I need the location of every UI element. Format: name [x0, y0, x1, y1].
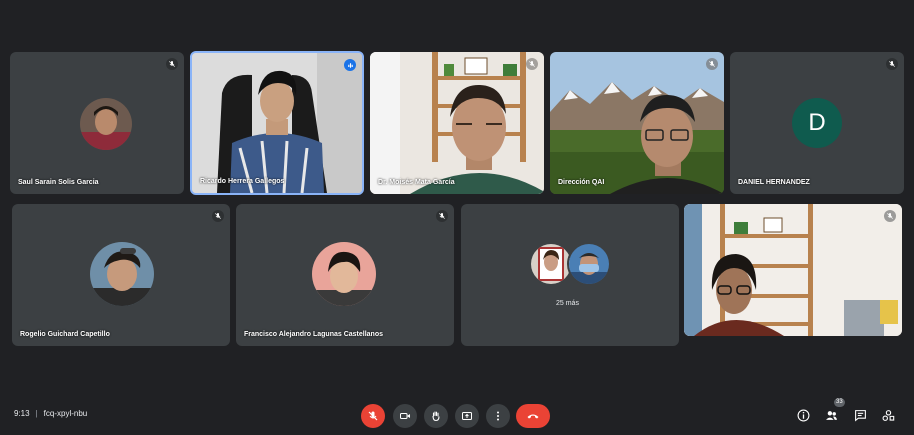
- separator: |: [35, 409, 38, 418]
- participant-tile[interactable]: Rogelio Guichard Capetillo: [12, 204, 230, 346]
- participant-count-badge: 33: [834, 398, 845, 407]
- chat-icon: [854, 409, 866, 422]
- mic-off-icon: [368, 411, 378, 421]
- more-participants-label: 25 más: [556, 300, 579, 307]
- meeting-info: 9:13 | fcq-xpyl-nbu: [14, 409, 87, 418]
- microphone-toggle-button[interactable]: [361, 404, 385, 428]
- activities-button[interactable]: [880, 407, 896, 423]
- chat-button[interactable]: [852, 407, 868, 423]
- participant-tile[interactable]: Dirección QAI: [550, 52, 724, 194]
- participant-name: Dirección QAI: [558, 179, 605, 186]
- info-icon: [797, 409, 809, 421]
- mic-off-icon: [884, 210, 896, 222]
- more-options-button[interactable]: [486, 404, 510, 428]
- mic-active-icon: [344, 59, 356, 71]
- participant-name: Rogelio Guichard Capetillo: [20, 331, 110, 338]
- participant-avatar: [80, 98, 132, 150]
- participant-video: [550, 52, 724, 194]
- camera-toggle-button[interactable]: [393, 404, 417, 428]
- mic-off-icon: [706, 58, 718, 70]
- participant-name: Ricardo Herrera Gallegos: [200, 178, 285, 185]
- participant-tile-speaking[interactable]: Ricardo Herrera Gallegos: [190, 51, 364, 195]
- raise-hand-button[interactable]: [424, 404, 448, 428]
- hang-up-icon: [527, 414, 539, 419]
- participant-video: [684, 204, 902, 336]
- participant-avatar: [567, 242, 611, 286]
- more-participants-tile[interactable]: 25 más: [461, 204, 679, 346]
- mic-off-icon: [436, 210, 448, 222]
- mic-off-icon: [166, 58, 178, 70]
- mic-off-icon: [886, 58, 898, 70]
- people-button[interactable]: [823, 407, 839, 423]
- participant-tile[interactable]: Dr. Moisés Mata García: [370, 52, 544, 194]
- participant-name: Dr. Moisés Mata García: [378, 179, 455, 186]
- mic-off-icon: [212, 210, 224, 222]
- more-vert-icon: [497, 411, 499, 421]
- activities-icon: [882, 409, 894, 421]
- letter-avatar: D: [792, 98, 842, 148]
- participant-tile[interactable]: Francisco Alejandro Lagunas Castellanos: [236, 204, 454, 346]
- participant-name: DANIEL HERNANDEZ: [738, 179, 810, 186]
- camera-icon: [400, 413, 410, 419]
- participant-name: Saul Sarain Solis Garcia: [18, 179, 99, 186]
- participant-avatar: [312, 242, 376, 306]
- participant-video: [370, 52, 544, 194]
- participant-tile[interactable]: [684, 204, 902, 336]
- people-icon: [825, 410, 837, 420]
- hand-icon: [432, 411, 440, 422]
- meeting-code: fcq-xpyl-nbu: [43, 409, 88, 418]
- present-icon: [462, 412, 472, 420]
- end-call-button[interactable]: [516, 404, 550, 428]
- meeting-details-button[interactable]: [795, 407, 811, 423]
- present-screen-button[interactable]: [455, 404, 479, 428]
- participant-tile[interactable]: D DANIEL HERNANDEZ: [730, 52, 904, 194]
- participant-avatar: [90, 242, 154, 306]
- participant-video: [192, 53, 362, 193]
- mic-off-icon: [526, 58, 538, 70]
- participant-tile[interactable]: Saul Sarain Solis Garcia: [10, 52, 184, 194]
- participant-name: Francisco Alejandro Lagunas Castellanos: [244, 331, 384, 338]
- meeting-time: 9:13: [14, 409, 30, 418]
